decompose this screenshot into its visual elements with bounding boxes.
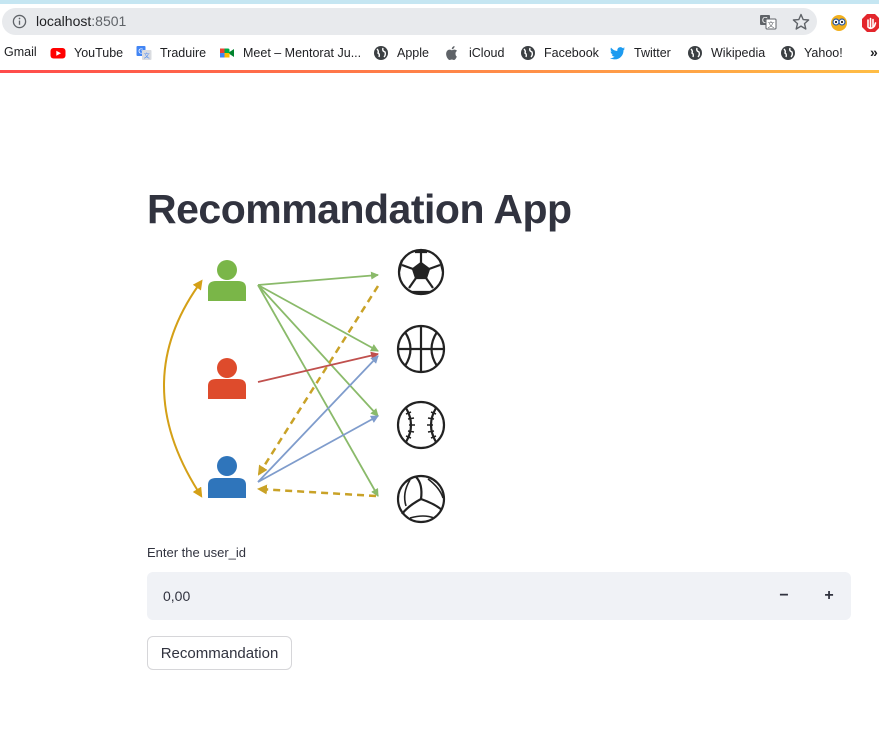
- address-bar-row: localhost:8501 G 文: [0, 4, 879, 38]
- volleyball-icon: [396, 474, 446, 524]
- user-id-value[interactable]: 0,00: [163, 588, 190, 604]
- bookmark-label: Meet – Mentorat Ju...: [243, 46, 362, 60]
- info-icon[interactable]: [12, 14, 27, 29]
- twitter-icon: [610, 47, 625, 60]
- globe-icon: [781, 46, 795, 60]
- bookmark-label: YouTube: [74, 46, 124, 60]
- bookmark-label: Gmail: [4, 45, 37, 59]
- page-translate-icon[interactable]: G 文: [759, 13, 777, 31]
- bookmark-facebook[interactable]: Facebook: [520, 45, 599, 61]
- bookmark-meet[interactable]: Meet – Mentorat Ju...: [219, 45, 361, 61]
- green-to-soccer-arrow: [257, 271, 379, 286]
- bookmark-label: Traduire: [160, 46, 207, 60]
- user-id-number-input[interactable]: 0,00 − +: [147, 572, 851, 620]
- bookmark-label: iCloud: [469, 46, 505, 60]
- meet-icon: [220, 48, 234, 58]
- bookmarks-more-button[interactable]: »: [870, 44, 878, 60]
- recommendation-button[interactable]: Recommandation: [147, 636, 292, 670]
- bookmark-yahoo[interactable]: Yahoo!: [780, 45, 843, 61]
- apple-icon: [446, 46, 458, 60]
- globe-icon: [688, 46, 702, 60]
- extension-owl-icon[interactable]: [829, 13, 849, 33]
- bookmark-star-icon[interactable]: [792, 13, 810, 31]
- basketball-icon: [396, 324, 446, 374]
- bookmark-wikipedia[interactable]: Wikipedia: [687, 45, 765, 61]
- increment-button[interactable]: +: [807, 572, 851, 620]
- page-title: Recommandation App: [147, 186, 572, 232]
- globe-icon: [521, 46, 535, 60]
- url-port: :8501: [91, 13, 127, 29]
- youtube-icon: [50, 48, 66, 59]
- bookmark-label: Apple: [397, 46, 429, 60]
- svg-text:文: 文: [768, 20, 775, 29]
- bookmark-traduire[interactable]: G文 Traduire: [136, 45, 206, 61]
- baseball-icon: [396, 400, 446, 450]
- bookmarks-bar: Gmail YouTube G文 Traduire Meet – Mentora…: [0, 38, 879, 68]
- user-green-icon: [208, 260, 246, 301]
- bookmark-label: Twitter: [634, 46, 671, 60]
- bookmark-label: Wikipedia: [711, 46, 766, 60]
- user-red-icon: [208, 358, 246, 399]
- bookmark-youtube[interactable]: YouTube: [50, 45, 123, 61]
- bookmark-apple[interactable]: Apple: [373, 45, 429, 61]
- recommendation-diagram: [163, 248, 446, 524]
- app-decoration-bar: [0, 70, 879, 73]
- similarity-arrow: [163, 279, 203, 498]
- bookmark-label: Yahoo!: [804, 46, 843, 60]
- bookmark-gmail[interactable]: Gmail: [4, 45, 37, 59]
- url-text[interactable]: localhost:8501: [36, 13, 126, 29]
- soccer-ball-icon: [397, 248, 445, 296]
- red-to-basketball-arrow: [257, 351, 379, 383]
- volleyball-to-blue-dashed-arrow: [257, 484, 377, 498]
- bookmark-twitter[interactable]: Twitter: [610, 45, 671, 61]
- bookmark-icloud[interactable]: iCloud: [445, 45, 504, 61]
- globe-icon: [374, 46, 388, 60]
- extension-adblock-icon[interactable]: [861, 13, 879, 33]
- translate-icon: G文: [136, 46, 152, 60]
- bookmark-label: Facebook: [544, 46, 599, 60]
- url-host: localhost: [36, 13, 92, 29]
- user-id-label: Enter the user_id: [147, 545, 247, 560]
- svg-text:文: 文: [144, 52, 150, 60]
- user-blue-icon: [208, 456, 246, 498]
- green-to-baseball-arrow: [257, 284, 379, 417]
- address-bar[interactable]: localhost:8501 G 文: [2, 8, 817, 35]
- soccer-to-blue-dashed-arrow: [257, 285, 380, 476]
- decrement-button[interactable]: −: [762, 572, 806, 620]
